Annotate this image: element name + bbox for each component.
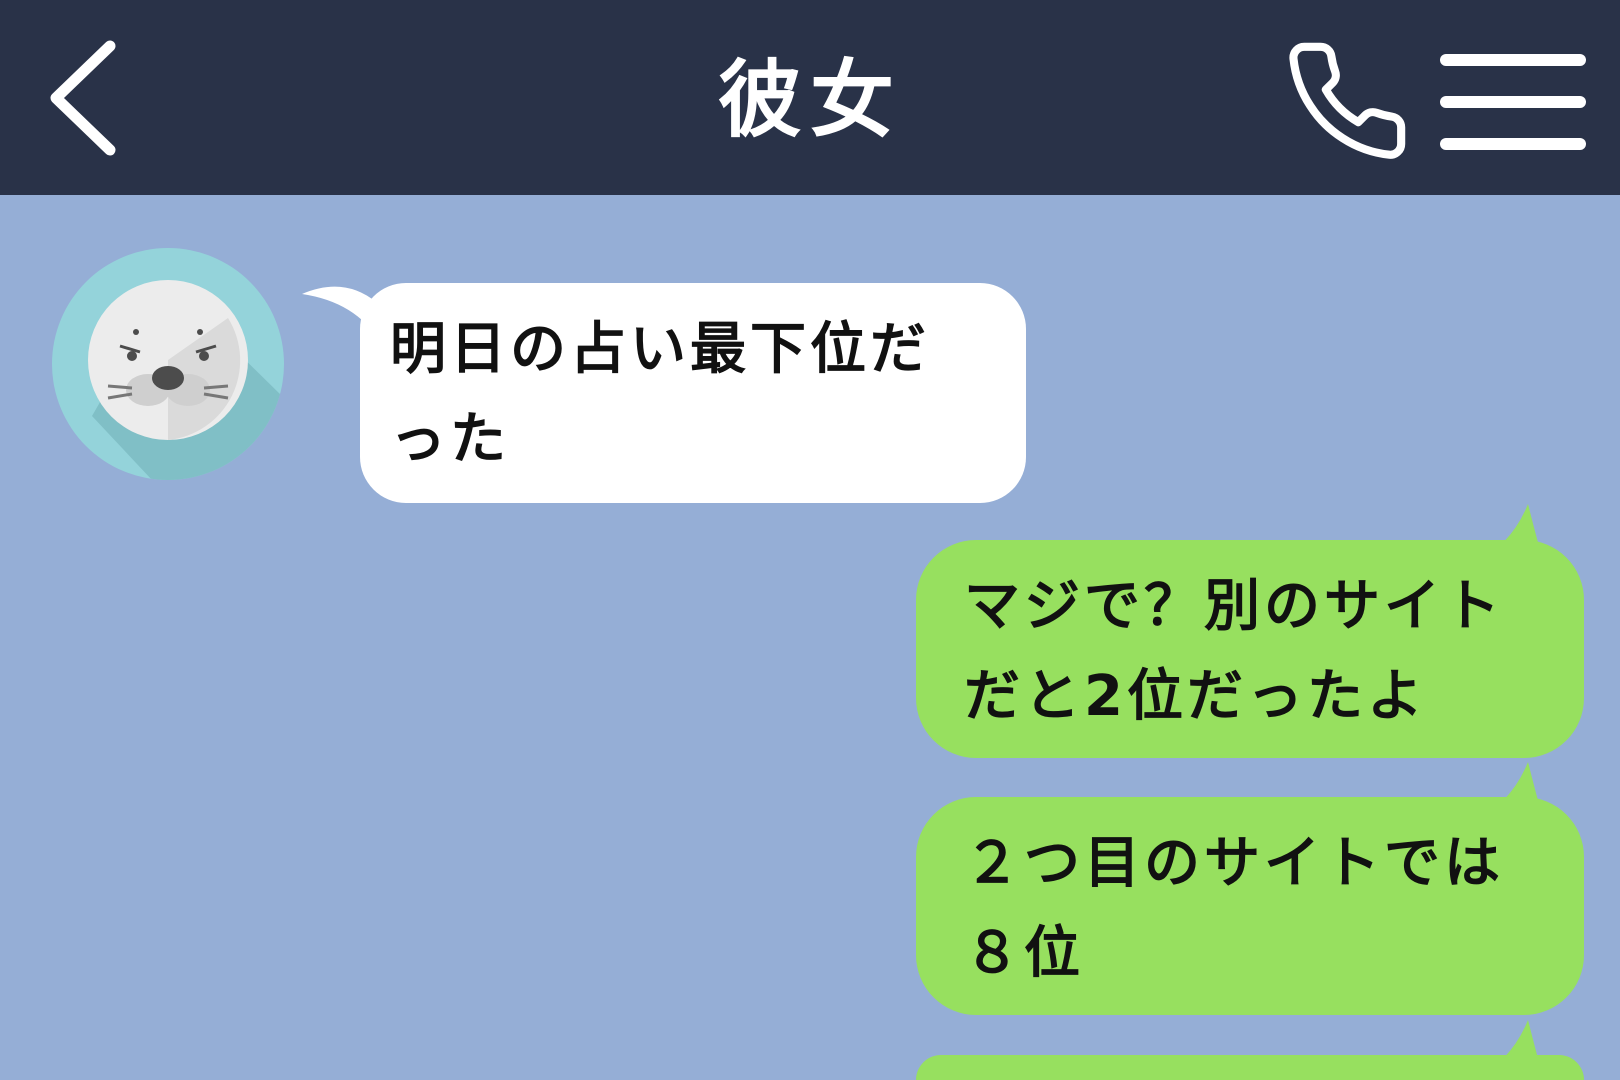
avatar[interactable] [52, 248, 284, 480]
message-bubble-outgoing[interactable] [916, 1055, 1584, 1080]
message-bubble-outgoing[interactable]: ２つ目のサイトでは ８位 [916, 797, 1584, 1015]
hamburger-menu-icon [1440, 54, 1586, 150]
menu-button[interactable] [1438, 48, 1588, 156]
phone-icon [1289, 42, 1406, 159]
chat-header: 彼女 [0, 0, 1620, 195]
message-bubble-incoming[interactable]: 明日の占い最下位だ った [360, 283, 1026, 503]
call-button[interactable] [1282, 36, 1412, 166]
seal-avatar-icon [52, 248, 284, 480]
message-bubble-outgoing[interactable]: マジで？別のサイト だと2位だったよ [916, 540, 1584, 758]
